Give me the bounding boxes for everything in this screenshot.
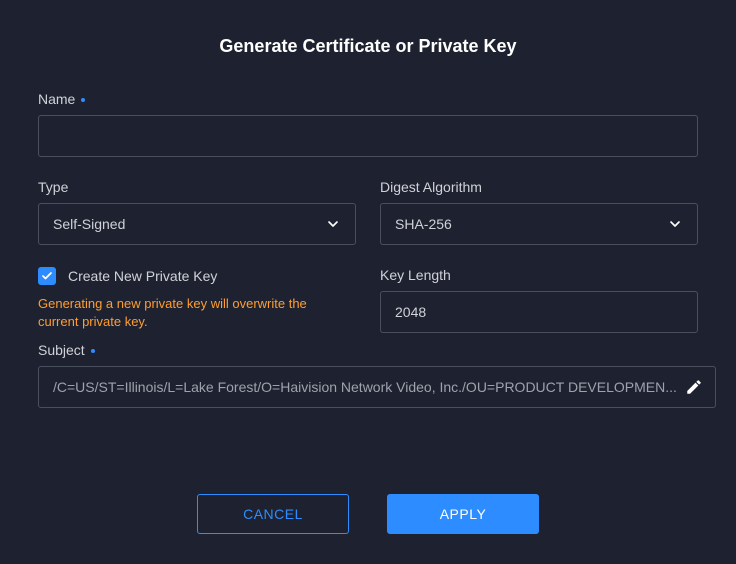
create-key-checkbox-row: Create New Private Key xyxy=(38,267,356,285)
type-digest-row: Type Self-Signed Digest Algorithm SHA-25… xyxy=(38,179,698,245)
subject-value: /C=US/ST=Illinois/L=Lake Forest/O=Haivis… xyxy=(53,379,677,395)
name-input[interactable] xyxy=(38,115,698,157)
required-indicator-icon xyxy=(91,349,95,353)
digest-select[interactable]: SHA-256 xyxy=(380,203,698,245)
dialog-title: Generate Certificate or Private Key xyxy=(38,36,698,57)
required-indicator-icon xyxy=(81,98,85,102)
digest-label: Digest Algorithm xyxy=(380,179,698,195)
create-key-checkbox[interactable] xyxy=(38,267,56,285)
key-row: Create New Private Key Generating a new … xyxy=(38,267,698,336)
type-select-value: Self-Signed xyxy=(53,216,125,232)
subject-label-text: Subject xyxy=(38,342,85,358)
keylength-label: Key Length xyxy=(380,267,698,283)
dialog-container: Generate Certificate or Private Key Name… xyxy=(0,0,736,534)
type-label: Type xyxy=(38,179,356,195)
create-key-label: Create New Private Key xyxy=(68,268,217,284)
chevron-down-icon xyxy=(667,216,683,232)
subject-row: Subject /C=US/ST=Illinois/L=Lake Forest/… xyxy=(38,342,698,408)
button-row: CANCEL APPLY xyxy=(38,494,698,534)
create-key-warning: Generating a new private key will overwr… xyxy=(38,295,338,330)
name-row: Name xyxy=(38,91,698,157)
subject-field: /C=US/ST=Illinois/L=Lake Forest/O=Haivis… xyxy=(38,366,716,408)
keylength-input[interactable] xyxy=(380,291,698,333)
chevron-down-icon xyxy=(325,216,341,232)
subject-label: Subject xyxy=(38,342,716,358)
apply-button[interactable]: APPLY xyxy=(387,494,539,534)
digest-select-value: SHA-256 xyxy=(395,216,452,232)
edit-icon[interactable] xyxy=(685,378,703,396)
name-label: Name xyxy=(38,91,698,107)
type-select[interactable]: Self-Signed xyxy=(38,203,356,245)
cancel-button[interactable]: CANCEL xyxy=(197,494,349,534)
name-label-text: Name xyxy=(38,91,75,107)
